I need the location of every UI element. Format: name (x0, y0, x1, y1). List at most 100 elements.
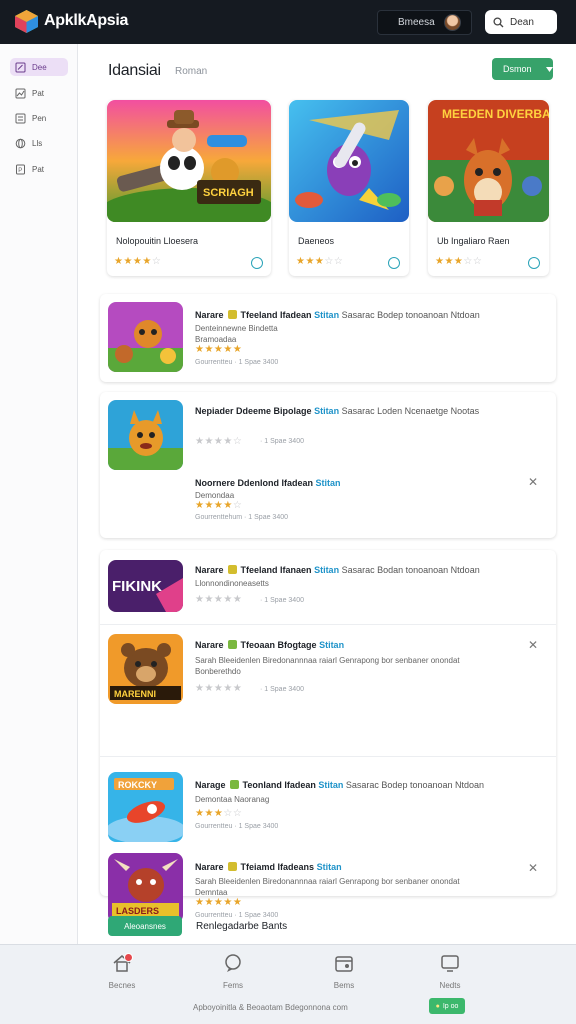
tab-label: Fems (223, 981, 243, 990)
rating-stars: ★★★★☆ (114, 256, 162, 267)
list-item[interactable]: FIKINK Narare Tfeeland Ifanaen Stitan Sas… (100, 550, 556, 622)
rating-stars: ★★★★★ (195, 683, 243, 694)
app-icon[interactable] (108, 302, 183, 372)
sidebar-item-pat-2[interactable]: P Pat (10, 160, 68, 178)
app-list-panel: FIKINK Narare Tfeeland Ifanaen Stitan Sas… (100, 550, 556, 923)
page-subtitle: Roman (175, 66, 208, 77)
fox-adventure-game-art: MEEDEN DIVERBARN (428, 100, 549, 222)
featured-thumbnail[interactable]: SCRIAGH (107, 100, 271, 222)
bear-game-icon: MARENNI (108, 634, 183, 704)
app-icon[interactable]: LASDERS (108, 853, 183, 923)
main-content: Idansiai Roman Dsmon SCRIAGH Nolopouitin… (78, 44, 576, 944)
featured-name: Nolopouitin Lloesera (116, 236, 199, 246)
list-item[interactable]: ROKCKY Narage Teonland Ifadean Stitan Sas… (100, 766, 556, 852)
list-item[interactable]: MARENNI Narare Tfeoaan Bfogtage Stitan Sa… (100, 628, 556, 714)
featured-thumbnail[interactable] (289, 100, 409, 222)
calendar-icon (335, 956, 353, 972)
verified-icon (528, 257, 540, 269)
chevron-down-icon (545, 66, 553, 72)
list-item[interactable]: Narare Tfeeland Ifadean Stitan Sasarac Bo… (100, 294, 556, 382)
sidebar-item-dee[interactable]: Dee (10, 58, 68, 76)
cta-text: Renlegadarbe Bants (196, 921, 288, 932)
list-item[interactable]: Noornere Ddenlond Ifadean Stitan Demonda… (100, 472, 556, 538)
app-link[interactable]: Stitan (319, 640, 344, 650)
featured-card[interactable]: Daeneos ★★★☆☆ (289, 100, 409, 276)
sidebar-item-label: Pat (32, 164, 45, 174)
app-meta: · 1 Spae 3400 (260, 438, 304, 445)
footer-chip[interactable]: ● Ip oo (429, 998, 465, 1014)
fox-game-icon (108, 400, 183, 470)
top-bar: ApklkApsia Bmeesa Dean (0, 0, 576, 44)
primary-action-button[interactable]: Aleoansnes (108, 916, 182, 936)
rating-stars: ★★★☆☆ (195, 808, 243, 819)
app-meta: · 1 Spae 3400 (260, 686, 304, 693)
app-icon[interactable] (108, 400, 183, 470)
search-label: Dean (510, 16, 534, 28)
app-link[interactable]: Stitan (317, 862, 342, 872)
featured-card[interactable]: SCRIAGH Nolopouitin Lloesera ★★★★☆ (107, 100, 271, 276)
app-title: Narare Tfeeland Ifanaen Stitan Sasarac Bo… (195, 565, 480, 575)
sidebar-item-lls[interactable]: Lls (10, 134, 68, 152)
rating-stars: ★★★☆☆ (296, 256, 344, 267)
rating-stars: ★★★★☆ (195, 500, 243, 511)
featured-card[interactable]: MEEDEN DIVERBARN Ub Ingaliaro Raen ★★★☆☆ (428, 100, 549, 276)
app-title: Nepiader Ddeeme Bipolage Stitan Sasarac … (195, 406, 480, 416)
brand-name[interactable]: ApklkApsia (44, 12, 128, 30)
rating-stars: ★★★☆☆ (435, 256, 483, 267)
app-list-panel: Nepiader Ddeeme Bipolage Stitan Sasarac … (100, 392, 556, 538)
app-icon[interactable]: MARENNI (108, 634, 183, 704)
app-title: Narare Tfeoaan Bfogtage Stitan (195, 640, 345, 650)
tab-label: Bems (333, 981, 355, 990)
close-icon[interactable]: ✕ (528, 861, 538, 875)
tab-chat[interactable]: Fems (203, 953, 263, 990)
app-title: Narage Teonland Ifadean Stitan Sasarac Bo… (195, 780, 485, 790)
tab-home[interactable]: Becnes (92, 953, 152, 990)
page-title: Idansiai (108, 62, 161, 79)
edit-icon (15, 62, 26, 72)
filter-dropdown-button[interactable]: Dsmon (492, 58, 553, 80)
verified-icon (388, 257, 400, 269)
sidebar-item-pat[interactable]: Pat (10, 84, 68, 102)
close-icon[interactable]: ✕ (528, 638, 538, 652)
avatar[interactable] (444, 14, 461, 31)
close-icon[interactable]: ✕ (528, 475, 538, 489)
fikink-game-icon: FIKINK (108, 560, 183, 612)
footer-text: Apboyoinitla & Beoaotam Bdegonnona com (193, 1003, 348, 1012)
app-icon[interactable]: ROKCKY (108, 772, 183, 842)
app-meta: Gourrentteu · 1 Spae 3400 (195, 912, 279, 919)
app-link[interactable]: Stitan (314, 310, 339, 320)
app-meta: Gourrentteu · 1 Spae 3400 (195, 823, 279, 830)
sidebar-item-label: Pat (32, 88, 45, 98)
tab-tv[interactable]: Nedts (420, 953, 480, 990)
app-link[interactable]: Stitan (316, 478, 341, 488)
list-item[interactable]: Nepiader Ddeeme Bipolage Stitan Sasarac … (100, 392, 556, 472)
app-link[interactable]: Stitan (314, 406, 339, 416)
sidebar-item-label: Dee (32, 62, 47, 72)
app-description: Sarah Bleeidenlen Biredonannnaa raiarl G… (195, 656, 460, 676)
list-icon (15, 113, 26, 123)
app-meta: Gourrentteu · 1 Spae 3400 (195, 359, 279, 366)
panda-hunter-game-art: SCRIAGH (107, 100, 271, 222)
tab-label: Becnes (108, 981, 136, 990)
app-title: Noornere Ddenlond Ifadean Stitan (195, 478, 341, 488)
bull-game-icon: LASDERS (108, 853, 183, 923)
app-description: Llonnondinoneasetts (195, 579, 269, 588)
sidebar-item-pen[interactable]: Pen (10, 109, 68, 127)
app-link[interactable]: Stitan (314, 565, 339, 575)
featured-thumbnail[interactable]: MEEDEN DIVERBARN (428, 100, 549, 222)
search-icon (493, 16, 504, 27)
divider (100, 624, 556, 625)
app-meta: · 1 Spae 3400 (260, 597, 304, 604)
account-button[interactable]: Bmeesa (377, 10, 472, 35)
app-link[interactable]: Stitan (318, 780, 343, 790)
app-title: Narare Tfeeland Ifadean Stitan Sasarac Bo… (195, 310, 480, 320)
rating-stars: ★★★★★ (195, 594, 243, 605)
tab-calendar[interactable]: Bems (314, 953, 374, 990)
search-box[interactable]: Dean (485, 10, 557, 34)
app-icon[interactable]: FIKINK (108, 560, 183, 612)
rating-stars: ★★★★★ (195, 344, 243, 355)
app-logo-icon[interactable] (14, 9, 39, 34)
monkey-game-icon (108, 302, 183, 372)
tab-label: Nedts (439, 981, 461, 990)
verified-icon (251, 257, 263, 269)
